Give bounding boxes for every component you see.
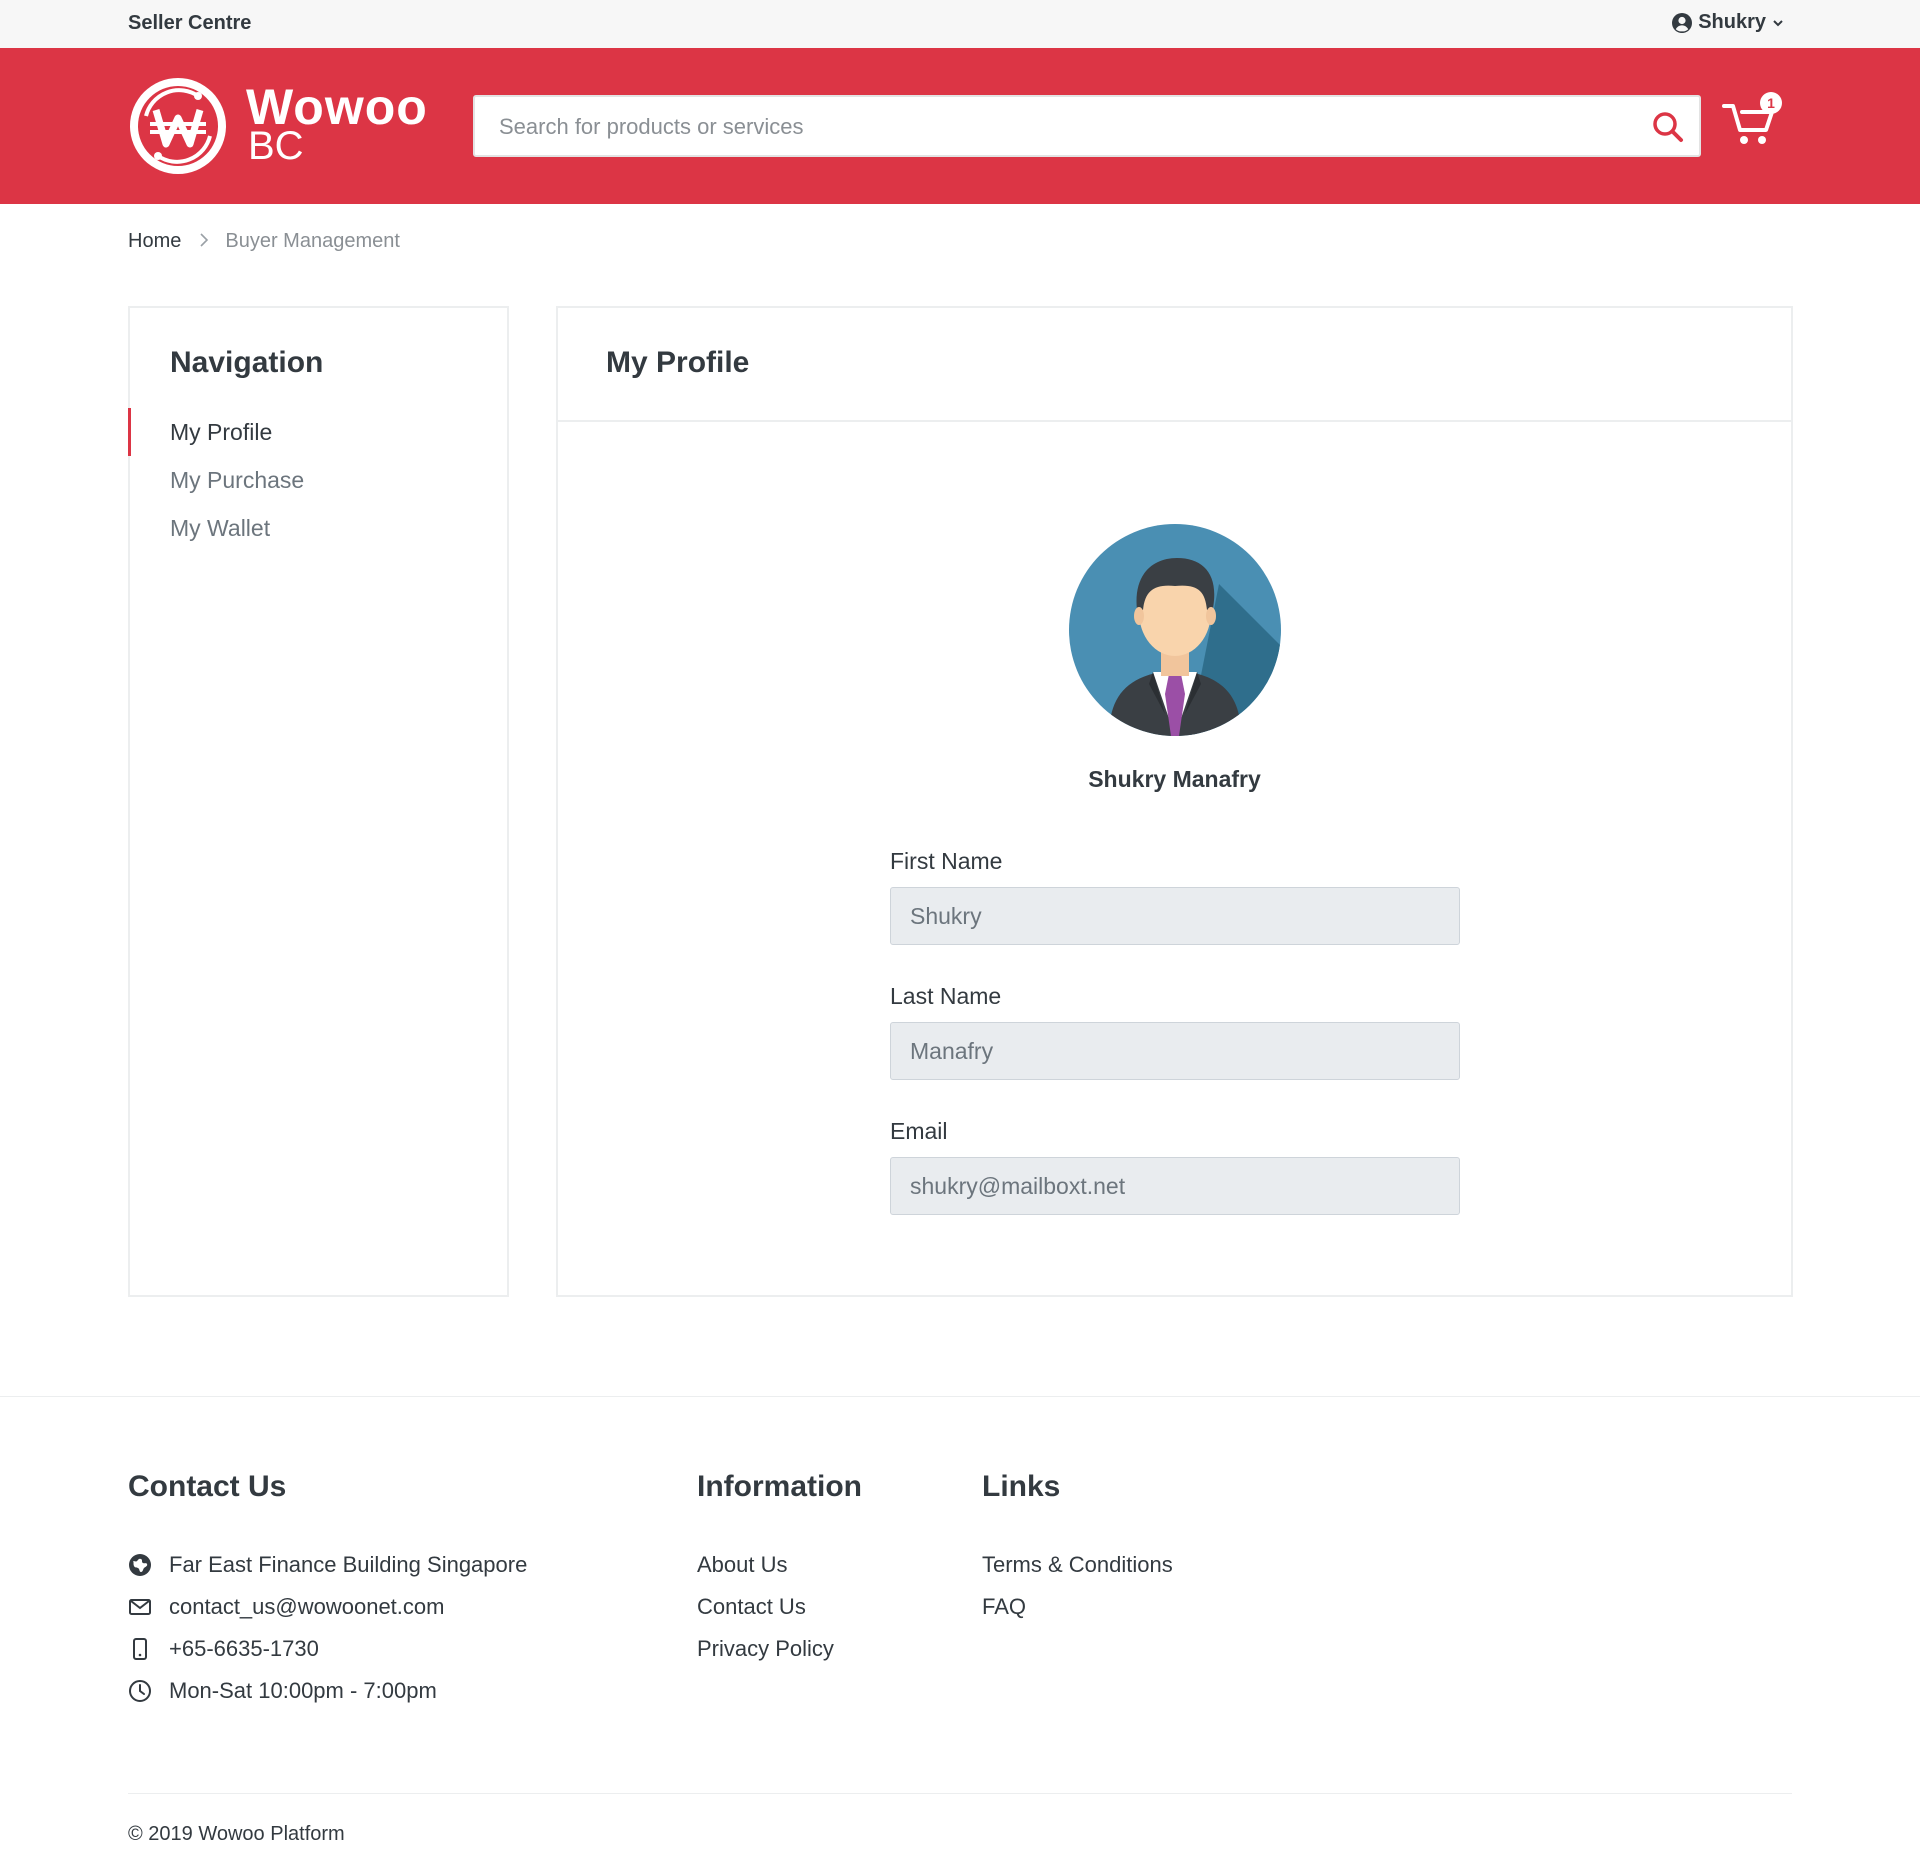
footer-email-text[interactable]: contact_us@wowoonet.com xyxy=(169,1594,444,1620)
cart-count-badge: 1 xyxy=(1760,92,1782,114)
site-header: Wowoo BC 1 xyxy=(0,48,1920,204)
footer-link-about-us[interactable]: About Us xyxy=(697,1544,862,1586)
breadcrumb: Home Buyer Management xyxy=(128,230,400,253)
footer-phone-text: +65-6635-1730 xyxy=(169,1636,319,1661)
footer-contact-title: Contact Us xyxy=(128,1470,287,1503)
brand-suffix: BC xyxy=(248,124,304,168)
footer-contact: Contact Us Far East Finance Building Sin… xyxy=(128,1470,527,1712)
footer-hours: Mon-Sat 10:00pm - 7:00pm xyxy=(128,1670,527,1712)
footer-hours-text: Mon-Sat 10:00pm - 7:00pm xyxy=(169,1678,437,1703)
footer-bottom-divider xyxy=(128,1793,1792,1794)
nav-item-my-purchase[interactable]: My Purchase xyxy=(130,456,507,504)
search-input[interactable] xyxy=(497,97,1621,157)
footer-information: Information About Us Contact Us Privacy … xyxy=(697,1470,862,1670)
navigation-list: My Profile My Purchase My Wallet xyxy=(128,408,507,552)
brand-logo[interactable]: Wowoo BC xyxy=(128,78,458,174)
wowoo-logo-icon xyxy=(130,78,226,174)
email-field[interactable] xyxy=(890,1157,1460,1215)
footer-link-privacy-policy[interactable]: Privacy Policy xyxy=(697,1628,862,1670)
search-bar xyxy=(473,95,1701,157)
footer-link-contact-us[interactable]: Contact Us xyxy=(697,1586,862,1628)
breadcrumb-home[interactable]: Home xyxy=(128,230,181,253)
last-name-label: Last Name xyxy=(890,983,1002,1009)
footer-address-text: Far East Finance Building Singapore xyxy=(169,1552,528,1577)
first-name-field[interactable] xyxy=(890,887,1460,945)
footer-information-title: Information xyxy=(697,1470,862,1503)
chevron-right-icon xyxy=(199,230,209,253)
last-name-group: Last Name xyxy=(890,983,1460,1080)
user-menu[interactable]: Shukry xyxy=(1672,11,1784,34)
last-name-field[interactable] xyxy=(890,1022,1460,1080)
nav-item-my-profile[interactable]: My Profile xyxy=(128,408,507,456)
footer-link-terms[interactable]: Terms & Conditions xyxy=(982,1544,1173,1586)
footer-top-divider xyxy=(0,1396,1920,1397)
user-name: Shukry xyxy=(1698,11,1766,33)
footer-links-title: Links xyxy=(982,1470,1061,1503)
footer-email: contact_us@wowoonet.com xyxy=(128,1586,527,1628)
navigation-title: Navigation xyxy=(170,346,324,379)
first-name-label: First Name xyxy=(890,848,1003,874)
first-name-group: First Name xyxy=(890,848,1460,945)
nav-item-my-wallet[interactable]: My Wallet xyxy=(130,504,507,552)
clock-icon xyxy=(129,1680,151,1702)
footer-links: Links Terms & Conditions FAQ xyxy=(982,1470,1173,1628)
envelope-icon xyxy=(129,1599,151,1615)
breadcrumb-current: Buyer Management xyxy=(225,230,400,252)
chevron-down-icon xyxy=(1772,17,1784,29)
footer-link-faq[interactable]: FAQ xyxy=(982,1586,1173,1628)
user-circle-icon xyxy=(1672,12,1693,33)
profile-full-name: Shukry Manafry xyxy=(1088,766,1261,792)
copyright-text: © 2019 Wowoo Platform xyxy=(128,1823,345,1845)
search-icon[interactable] xyxy=(1651,110,1685,144)
email-label: Email xyxy=(890,1118,948,1144)
navigation-panel: Navigation My Profile My Purchase My Wal… xyxy=(128,306,509,1297)
avatar xyxy=(1069,524,1281,736)
top-utility-bar: Seller Centre Shukry xyxy=(0,0,1920,48)
seller-centre-link[interactable]: Seller Centre xyxy=(128,12,251,35)
footer-phone: +65-6635-1730 xyxy=(128,1628,527,1670)
profile-panel-header: My Profile xyxy=(558,308,1791,422)
profile-title: My Profile xyxy=(606,346,750,379)
globe-icon xyxy=(129,1554,151,1576)
mobile-phone-icon xyxy=(133,1638,147,1660)
email-group: Email xyxy=(890,1118,1460,1215)
footer-address: Far East Finance Building Singapore xyxy=(128,1544,527,1586)
profile-panel: My Profile Shukry Manafry First Name Las… xyxy=(556,306,1793,1297)
cart-button[interactable]: 1 xyxy=(1722,92,1786,148)
